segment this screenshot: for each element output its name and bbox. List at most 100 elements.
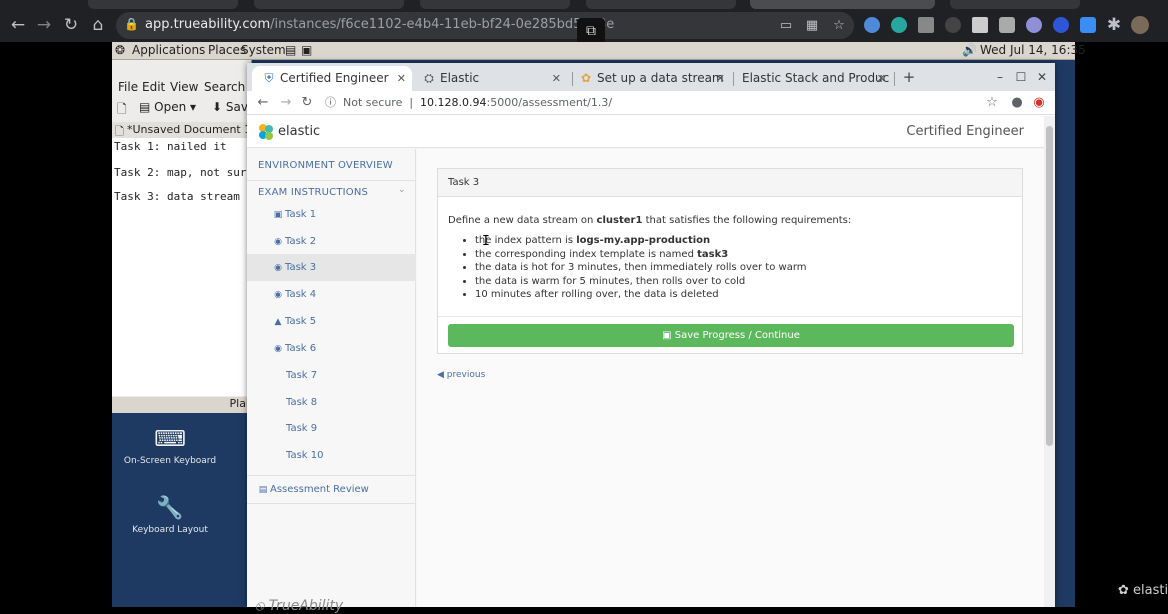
menu-search[interactable]: Search [204, 80, 245, 94]
sidebar-item-label: Task 2 [285, 236, 317, 247]
extension-icon[interactable] [864, 17, 880, 33]
extension-icon[interactable] [972, 17, 988, 33]
outer-tab[interactable] [420, 0, 570, 9]
gedit-document-tab[interactable]: 🗋 *Unsaved Document 1 [112, 122, 252, 138]
close-icon[interactable]: ✕ [552, 66, 561, 91]
elastic-logo-icon [259, 124, 273, 140]
maximize-icon[interactable]: ☐ [1012, 68, 1030, 86]
minimize-icon[interactable]: – [991, 68, 1009, 86]
sidebar-item-task-6[interactable]: ◉ Task 6 [247, 335, 416, 362]
task-heading: Task 3 [438, 169, 1022, 197]
home-icon[interactable]: ⌂ [87, 14, 109, 36]
outer-tab[interactable] [586, 0, 736, 9]
extension-icon[interactable] [1053, 17, 1069, 33]
brand-name[interactable]: elastic [278, 124, 320, 139]
system-menu[interactable]: System [241, 43, 286, 57]
gedit-statusbar: Plai [112, 397, 252, 413]
address-bar[interactable]: 🔒 app.trueability.com/instances/f6ce1102… [116, 12, 854, 39]
applications-menu[interactable]: Applications [132, 43, 205, 57]
forward-icon[interactable]: → [278, 94, 294, 112]
extension-icon[interactable] [945, 17, 961, 33]
close-icon[interactable]: ✕ [716, 66, 725, 91]
divider [247, 180, 416, 181]
opera-icon[interactable]: ◉ [1031, 94, 1047, 112]
desktop-icon-keyboard-layout[interactable]: 🔧 Keyboard Layout [115, 496, 225, 535]
forward-icon[interactable]: → [33, 14, 55, 36]
requirements-list: the index pattern is logs-my.app-product… [475, 235, 807, 303]
sidebar-item-task-4[interactable]: ◉ Task 4 [247, 281, 416, 308]
tab-set-up-data-stream[interactable]: ✿ Set up a data stream ✕ [573, 66, 731, 91]
panel-clock[interactable]: Wed Jul 14, 16:35 [980, 43, 1086, 57]
sidebar-item-task-8[interactable]: Task 8 [247, 389, 416, 416]
chevron-down-icon[interactable]: ⌄ [398, 185, 406, 195]
address-url[interactable]: app.trueability.com/instances/f6ce1102-e… [145, 17, 614, 32]
save-button[interactable]: ⬇ Sav [212, 100, 248, 114]
reload-icon[interactable]: ↻ [299, 94, 315, 112]
desktop-icon-label: Keyboard Layout [132, 525, 208, 535]
outer-tab[interactable] [254, 0, 404, 9]
qr-code-icon[interactable]: ▦ [803, 17, 821, 35]
sidebar-exam-instructions[interactable]: EXAM INSTRUCTIONS [258, 187, 368, 198]
account-icon[interactable]: ● [1009, 94, 1025, 112]
save-button-label: Save Progress / Continue [674, 330, 800, 341]
back-icon[interactable]: ← [7, 14, 29, 36]
extension-icon[interactable] [891, 17, 907, 33]
previous-link[interactable]: ◀ previous [437, 370, 485, 380]
shield-icon: ⛨ [264, 71, 274, 85]
launcher-icon[interactable]: ▤ [285, 43, 296, 57]
volume-icon[interactable]: 🔊 [962, 43, 977, 57]
menu-edit[interactable]: Edit [142, 80, 165, 94]
sidebar-item-task-10[interactable]: Task 10 [247, 442, 416, 469]
outer-tab[interactable] [950, 0, 1080, 9]
previous-label: previous [446, 370, 486, 380]
sidebar-item-task-7[interactable]: Task 7 [247, 362, 416, 389]
desktop-icon-on-screen-keyboard[interactable]: ⌨ On-Screen Keyboard [115, 427, 225, 466]
tab-elastic-stack[interactable]: Elastic Stack and Produc ✕ [734, 66, 892, 91]
page-scrollbar[interactable] [1044, 116, 1055, 607]
close-icon[interactable]: ✕ [397, 66, 406, 91]
inner-address-bar[interactable]: ⓘ Not secure | 10.128.0.94:5000/assessme… [325, 94, 612, 112]
cast-icon[interactable]: ▭ [777, 17, 795, 35]
lock-icon[interactable]: 🔒 [124, 17, 139, 33]
new-tab-button[interactable]: + [900, 68, 918, 86]
reload-icon[interactable]: ↻ [60, 14, 82, 36]
sidebar-item-assessment-review[interactable]: ▤ Assessment Review [247, 476, 416, 503]
close-window-icon[interactable]: ✕ [1033, 68, 1051, 86]
scroll-thumb[interactable] [1046, 126, 1053, 446]
menu-view[interactable]: View [170, 80, 198, 94]
sidebar-item-task-5[interactable]: ▲ Task 5 [247, 308, 416, 335]
terminal-icon[interactable]: ▣ [301, 43, 312, 57]
extension-icon[interactable] [1026, 17, 1042, 33]
trueability-logo: ⦸ TrueAbility [255, 598, 343, 614]
sidebar-item-label: Task 10 [286, 450, 324, 461]
sidebar-item-task-1[interactable]: ▣ Task 1 [247, 201, 416, 228]
outer-tab-active[interactable] [750, 0, 935, 9]
sidebar-item-task-2[interactable]: ◉ Task 2 [247, 228, 416, 255]
bookmark-star-icon[interactable]: ☆ [984, 94, 1000, 112]
sidebar-environment-overview[interactable]: ENVIRONMENT OVERVIEW [258, 160, 393, 171]
eye-icon: ◉ [274, 344, 282, 354]
outer-tab[interactable] [88, 0, 238, 9]
tab-certified-engineer[interactable]: ⛨ Certified Engineer ✕ [252, 66, 412, 91]
extension-icon[interactable] [918, 17, 934, 33]
extension-icon[interactable] [1080, 17, 1096, 33]
gedit-text-area[interactable]: Task 1: nailed it Task 2: map, not sur T… [112, 138, 252, 396]
sidebar-item-task-9[interactable]: Task 9 [247, 415, 416, 442]
close-icon[interactable]: ✕ [877, 66, 886, 91]
requirement-text: the corresponding index template is name… [475, 248, 698, 260]
text-line: Task 2: map, not sur [114, 166, 247, 179]
sidebar-item-task-3[interactable]: ◉ Task 3 [247, 254, 416, 281]
save-progress-button[interactable]: ▣ Save Progress / Continue [448, 324, 1014, 347]
bookmark-star-icon[interactable]: ☆ [830, 17, 848, 35]
outer-tab-strip [0, 0, 1168, 10]
extension-icon[interactable] [999, 17, 1015, 33]
menu-file[interactable]: File [118, 80, 138, 94]
new-document-icon[interactable]: 🗋 [117, 100, 127, 121]
screen-share-icon[interactable]: ⧉ [577, 18, 605, 44]
tab-elastic[interactable]: ⛭ Elastic ✕ [412, 66, 567, 91]
sidebar-item-label: Assessment Review [270, 484, 369, 495]
avatar[interactable] [1131, 16, 1149, 34]
open-button[interactable]: ▤ Open ▾ [139, 100, 196, 114]
back-icon[interactable]: ← [255, 94, 271, 112]
puzzle-icon[interactable]: ✱ [1103, 14, 1125, 36]
